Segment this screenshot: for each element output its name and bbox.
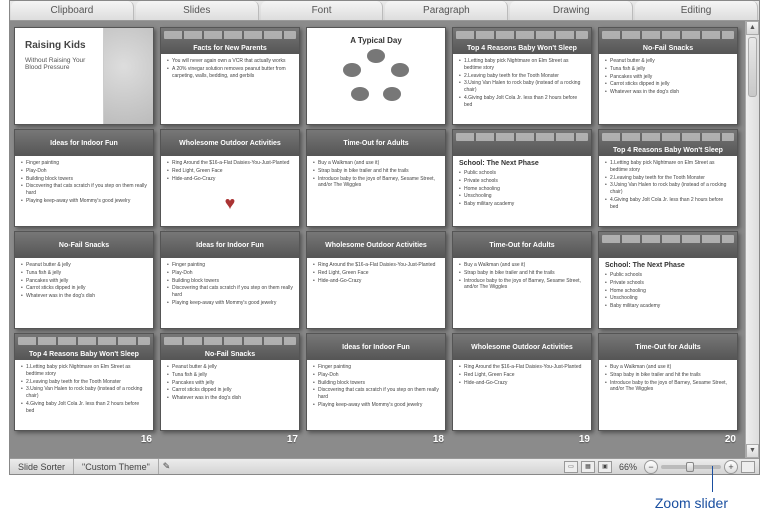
slide-header: No-Fail Snacks [161,334,299,360]
slide-body: School: The Next PhasePublic schoolsPriv… [453,156,591,213]
slide-header: Time-Out for Adults [453,232,591,258]
slide-number: 19 [579,434,590,445]
slide-title: A Typical Day [307,28,445,45]
slide-number: 18 [433,434,444,445]
sorter-view-button[interactable]: ▦ [581,461,595,473]
slide-header: Top 4 Reasons Baby Won't Sleep [599,130,737,156]
slide-thumb[interactable]: A Typical Day3 [306,27,446,125]
status-view-mode: Slide Sorter [10,459,74,474]
cycle-diagram [341,49,411,104]
slide-header: Facts for New Parents [161,28,299,54]
slide-header: No-Fail Snacks [15,232,153,258]
slide-header: Wholesome Outdoor Activities [307,232,445,258]
callout-line [712,466,713,492]
normal-view-button[interactable]: ▭ [564,461,578,473]
slide-body: Buy a Walkman (and use it)Strap baby in … [599,360,737,398]
scroll-down-button[interactable]: ▼ [746,444,759,458]
slide-body: Finger paintingPlay-DohBuilding block to… [307,360,445,414]
slide-header [599,232,737,258]
ribbon-group-editing[interactable]: Editing [635,1,758,20]
ribbon-group-font[interactable]: Font [261,1,384,20]
spellcheck-icon[interactable]: ✎ [159,459,175,474]
slide-body: Peanut butter & jellyTuna fish & jellyPa… [15,258,153,305]
app-window: ClipboardSlidesFontParagraphDrawingEditi… [9,0,760,475]
slide-body: School: The Next PhasePublic schoolsPriv… [599,258,737,315]
scroll-up-button[interactable]: ▲ [746,21,759,35]
slide-body: Peanut butter & jellyTuna fish & jellyPa… [161,360,299,407]
slide-header: No-Fail Snacks [599,28,737,54]
slide-header [453,130,591,156]
slide-body: 1.Letting baby pick Nightmare on Elm Str… [453,54,591,113]
slide-header: Ideas for Indoor Fun [161,232,299,258]
slide-body: Peanut butter & jellyTuna fish & jellyPa… [599,54,737,101]
slide-thumb[interactable]: Ideas for Indoor FunFinger paintingPlay-… [306,333,446,431]
slide-header: Ideas for Indoor Fun [307,334,445,360]
slide-header: Time-Out for Adults [599,334,737,360]
slide-thumb[interactable]: Time-Out for AdultsBuy a Walkman (and us… [598,333,738,431]
slide-thumb[interactable]: Ideas for Indoor FunFinger paintingPlay-… [14,129,154,227]
slide-header: Top 4 Reasons Baby Won't Sleep [453,28,591,54]
heart-icon: ♥ [161,193,299,214]
slide-number: 20 [725,434,736,445]
slide-thumb[interactable]: No-Fail SnacksPeanut butter & jellyTuna … [160,333,300,431]
slide-thumb[interactable]: Wholesome Outdoor ActivitiesRing Around … [452,333,592,431]
slide-body: Finger paintingPlay-DohBuilding block to… [15,156,153,210]
slide-thumb[interactable]: Wholesome Outdoor ActivitiesRing Around … [160,129,300,227]
slide-thumb[interactable]: Time-Out for AdultsBuy a Walkman (and us… [306,129,446,227]
slide-body: Ring Around the $16-a-Flat Daisies-You-J… [453,360,591,391]
status-bar: Slide Sorter "Custom Theme" ✎ ▭ ▦ ▣ 66% … [10,458,759,474]
ribbon-group-paragraph[interactable]: Paragraph [385,1,508,20]
slide-thumb[interactable]: School: The Next PhasePublic schoolsPriv… [452,129,592,227]
slide-number: 17 [287,434,298,445]
ribbon-group-drawing[interactable]: Drawing [510,1,633,20]
baby-face-image [103,28,153,124]
slide-body: 1.Letting baby pick Nightmare on Elm Str… [15,360,153,419]
slide-header: Time-Out for Adults [307,130,445,156]
slide-body: Ring Around the $16-a-Flat Daisies-You-J… [307,258,445,289]
status-theme: "Custom Theme" [74,459,159,474]
slideshow-view-button[interactable]: ▣ [598,461,612,473]
slide-thumb[interactable]: Ideas for Indoor FunFinger paintingPlay-… [160,231,300,329]
slide-body: Buy a Walkman (and use it)Strap baby in … [307,156,445,194]
slide-thumb[interactable]: Top 4 Reasons Baby Won't Sleep1.Letting … [452,27,592,125]
slide-thumb[interactable]: Facts for New ParentsYou will never agai… [160,27,300,125]
slide-header: Top 4 Reasons Baby Won't Sleep [15,334,153,360]
slide-number: 16 [141,434,152,445]
slide-thumb[interactable]: No-Fail SnacksPeanut butter & jellyTuna … [14,231,154,329]
slide-thumb[interactable]: Raising KidsWithout Raising Your Blood P… [14,27,154,125]
slide-thumb[interactable]: School: The Next PhasePublic schoolsPriv… [598,231,738,329]
zoom-out-button[interactable]: − [644,460,658,474]
slide-thumb[interactable]: Top 4 Reasons Baby Won't Sleep1.Letting … [598,129,738,227]
scroll-thumb[interactable] [748,37,757,97]
fit-to-window-button[interactable] [741,461,755,473]
zoom-slider-thumb[interactable] [686,462,694,472]
zoom-slider-callout: Zoom slider [655,495,728,511]
slide-sorter-area[interactable]: Raising KidsWithout Raising Your Blood P… [10,21,745,458]
slide-thumb[interactable]: Time-Out for AdultsBuy a Walkman (and us… [452,231,592,329]
slide-thumb[interactable]: Wholesome Outdoor ActivitiesRing Around … [306,231,446,329]
slide-body: You will never again own a VCR that actu… [161,54,299,84]
slide-body: 1.Letting baby pick Nightmare on Elm Str… [599,156,737,215]
slide-thumb[interactable]: Top 4 Reasons Baby Won't Sleep1.Letting … [14,333,154,431]
ribbon-group-clipboard[interactable]: Clipboard [11,1,134,20]
vertical-scrollbar[interactable]: ▲ ▼ [745,21,759,458]
slide-header: Wholesome Outdoor Activities [453,334,591,360]
slide-header: Ideas for Indoor Fun [15,130,153,156]
zoom-in-button[interactable]: + [724,460,738,474]
slide-header: Wholesome Outdoor Activities [161,130,299,156]
zoom-percent[interactable]: 66% [615,462,641,472]
ribbon-group-tabs: ClipboardSlidesFontParagraphDrawingEditi… [10,1,759,21]
slide-body: Ring Around the $16-a-Flat Daisies-You-J… [161,156,299,187]
ribbon-group-slides[interactable]: Slides [136,1,259,20]
slide-body: Buy a Walkman (and use it)Strap baby in … [453,258,591,296]
slide-thumb[interactable]: No-Fail SnacksPeanut butter & jellyTuna … [598,27,738,125]
slide-body: Finger paintingPlay-DohBuilding block to… [161,258,299,312]
